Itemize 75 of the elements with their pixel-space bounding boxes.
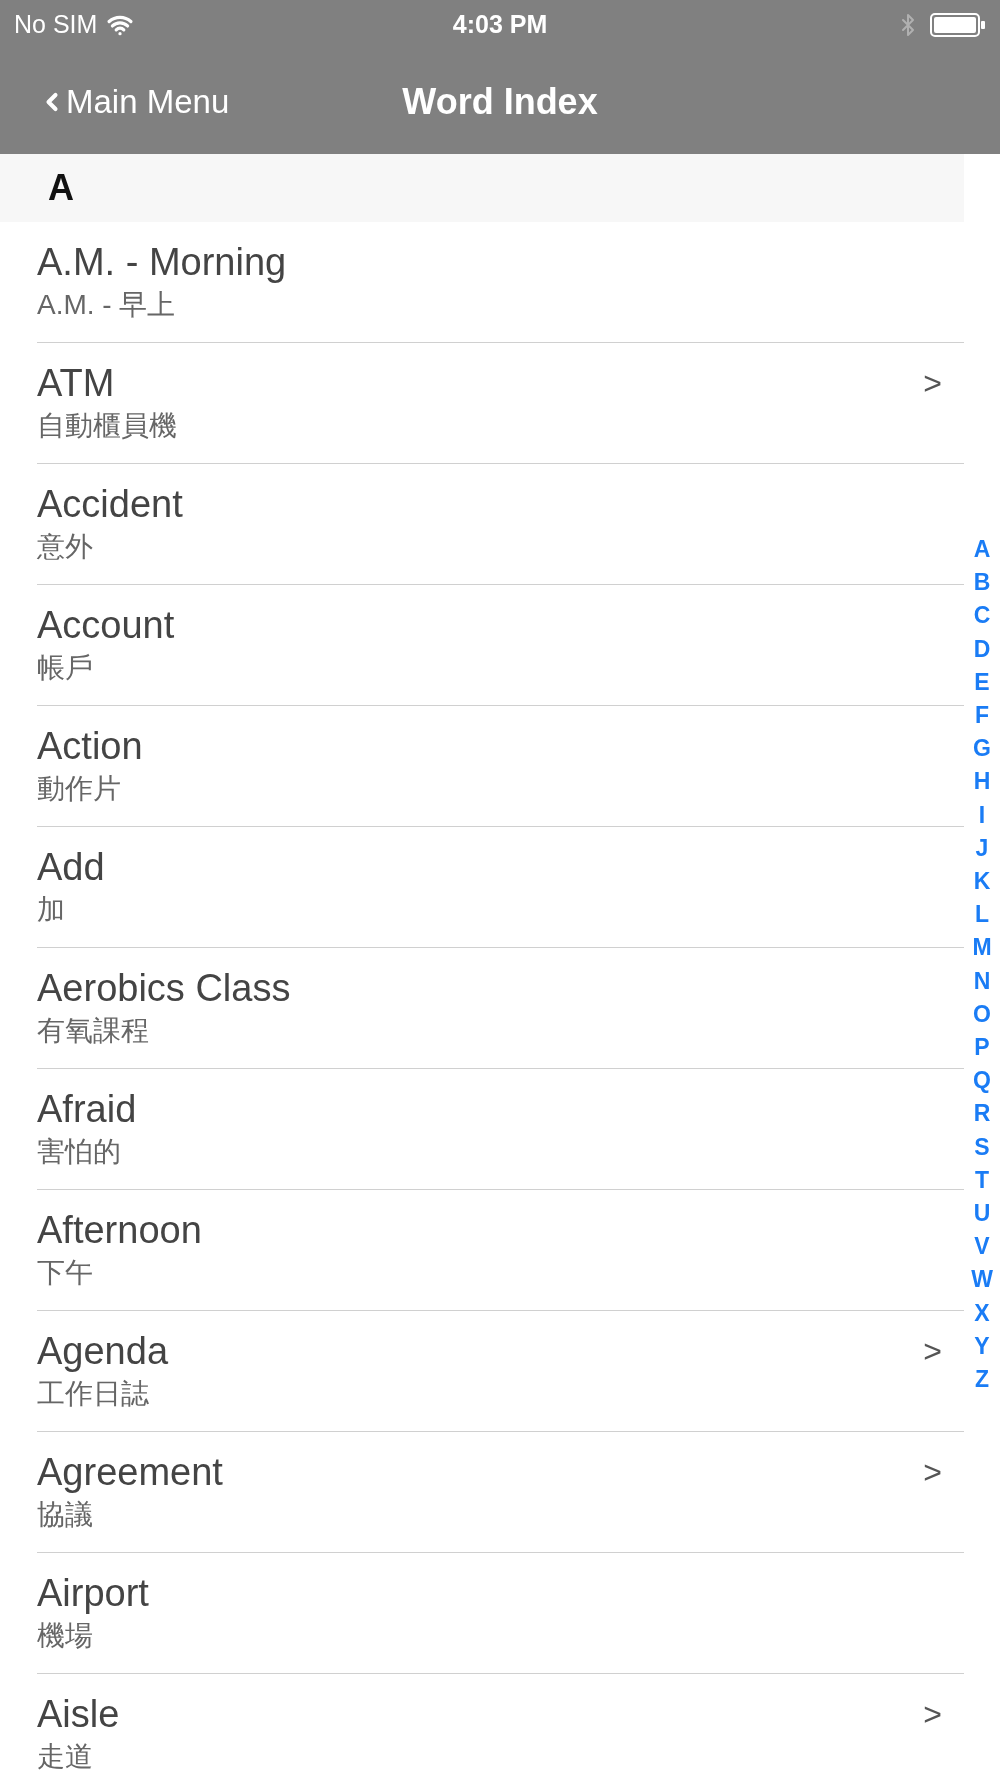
index-letter[interactable]: P <box>974 1031 990 1065</box>
word-translation: 動作片 <box>37 772 122 806</box>
index-letter[interactable]: Z <box>974 1363 990 1397</box>
word-title: A.M. - Morning <box>37 240 288 285</box>
section-header: A <box>0 154 964 222</box>
word-translation: 協議 <box>37 1498 94 1532</box>
word-translation: 工作日誌 <box>37 1377 150 1411</box>
index-letter[interactable]: M <box>972 931 992 965</box>
index-letter[interactable]: W <box>971 1263 993 1297</box>
word-title: Airport <box>37 1571 150 1616</box>
word-row[interactable]: Afraid 害怕的 <box>37 1069 964 1190</box>
word-title: ATM <box>37 361 116 406</box>
word-title: Aisle <box>37 1692 121 1737</box>
word-title: Accident <box>37 482 184 527</box>
word-row[interactable]: Aisle 走道 > <box>37 1674 964 1778</box>
index-letter[interactable]: T <box>974 1163 990 1198</box>
word-translation: 加 <box>37 893 66 927</box>
word-row[interactable]: Add 加 <box>37 827 964 948</box>
index-letter[interactable]: F <box>974 699 990 733</box>
disclosure-indicator: > <box>923 1453 942 1492</box>
word-translation: 意外 <box>37 530 94 564</box>
index-letter[interactable]: U <box>973 1197 991 1231</box>
screen-title: Word Index <box>402 80 598 124</box>
word-row[interactable]: A.M. - Morning A.M. - 早上 <box>37 222 964 343</box>
word-translation: A.M. - 早上 <box>37 288 177 322</box>
index-letter[interactable]: K <box>973 865 991 899</box>
index-letter[interactable]: V <box>974 1230 990 1264</box>
word-translation: 走道 <box>37 1740 94 1774</box>
disclosure-indicator: > <box>923 1695 942 1734</box>
carrier-label: No SIM <box>14 9 98 41</box>
word-row[interactable]: Action 動作片 <box>37 706 964 827</box>
index-letter[interactable]: N <box>973 964 991 998</box>
index-letter[interactable]: D <box>973 632 991 666</box>
word-title: Afraid <box>37 1087 138 1132</box>
word-row[interactable]: Afternoon 下午 <box>37 1190 964 1311</box>
word-row[interactable]: Agenda 工作日誌 > <box>37 1311 964 1432</box>
word-translation: 下午 <box>37 1256 94 1290</box>
index-letter[interactable]: S <box>974 1130 990 1164</box>
disclosure-indicator: > <box>923 364 942 403</box>
word-row[interactable]: Agreement 協議 > <box>37 1432 964 1553</box>
word-row[interactable]: ATM 自動櫃員機 > <box>37 343 964 464</box>
word-row[interactable]: Airport 機場 <box>37 1553 964 1674</box>
back-button[interactable]: Main Menu <box>44 77 230 127</box>
index-letter[interactable]: I <box>978 798 986 832</box>
index-letter[interactable]: X <box>974 1296 990 1330</box>
index-letter[interactable]: J <box>975 831 989 866</box>
word-title: Account <box>37 603 176 648</box>
index-letter[interactable]: C <box>973 599 991 633</box>
word-title: Agenda <box>37 1329 169 1374</box>
word-translation: 帳戶 <box>37 651 94 685</box>
index-letter[interactable]: B <box>973 566 991 600</box>
index-letter[interactable]: A <box>973 533 991 567</box>
word-translation: 害怕的 <box>37 1135 122 1169</box>
word-title: Aerobics Class <box>37 966 292 1011</box>
index-letter[interactable]: Y <box>974 1329 990 1364</box>
word-title: Afternoon <box>37 1208 203 1253</box>
word-translation: 自動櫃員機 <box>37 409 178 443</box>
index-letter[interactable]: R <box>973 1097 991 1131</box>
word-title: Action <box>37 724 144 769</box>
word-translation: 有氧課程 <box>37 1014 150 1048</box>
index-letter[interactable]: G <box>973 732 991 766</box>
index-letter[interactable]: E <box>974 665 990 699</box>
word-title: Add <box>37 845 106 890</box>
index-letter[interactable]: H <box>973 765 991 799</box>
disclosure-indicator: > <box>923 1332 942 1371</box>
time-label: 4:03 PM <box>452 9 548 41</box>
word-translation: 機場 <box>37 1619 94 1653</box>
word-row[interactable]: Aerobics Class 有氧課程 <box>37 948 964 1069</box>
word-title: Agreement <box>37 1450 224 1495</box>
battery-icon <box>930 13 986 37</box>
index-letter[interactable]: O <box>973 997 991 1032</box>
index-letter[interactable]: Q <box>973 1064 991 1098</box>
index-letter[interactable]: L <box>974 898 990 932</box>
word-row[interactable]: Account 帳戶 <box>37 585 964 706</box>
word-row[interactable]: Accident 意外 <box>37 464 964 585</box>
